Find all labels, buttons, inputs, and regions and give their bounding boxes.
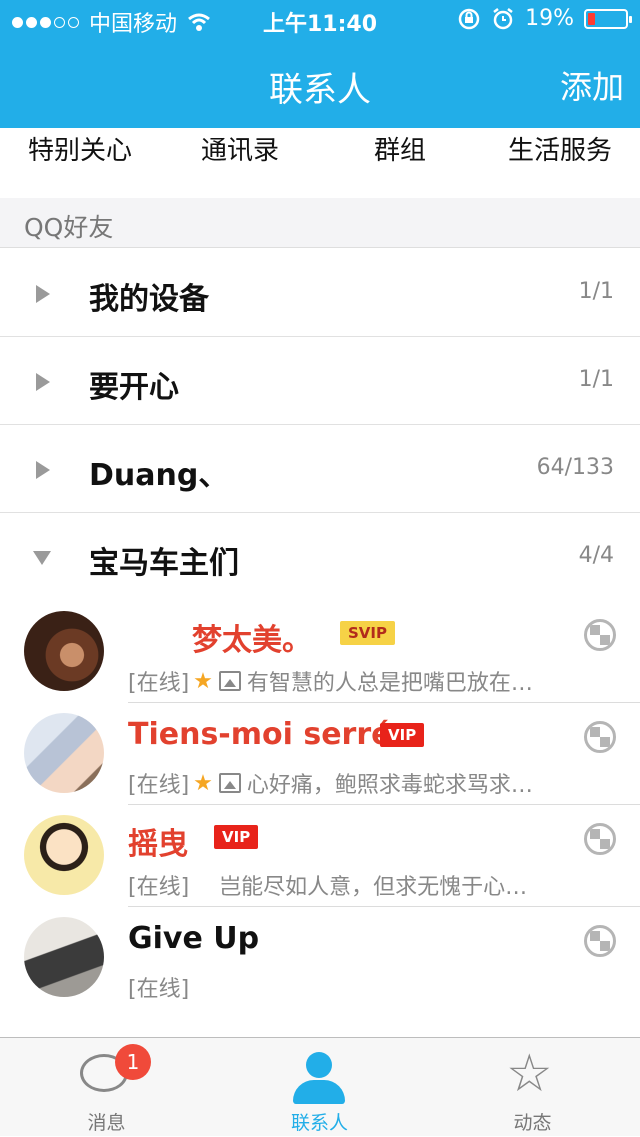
battery-level xyxy=(588,12,595,25)
group-count: 1/1 xyxy=(578,279,614,304)
tab-groups[interactable]: 群组 xyxy=(320,128,480,198)
vip-badge: VIP xyxy=(380,723,425,747)
contact-row[interactable]: 梦太美。 SVIP [在线] ★ 有智慧的人总是把嘴巴放在… xyxy=(0,601,640,703)
group-row-my-devices[interactable]: 我的设备 1/1 xyxy=(0,249,640,337)
avatar xyxy=(24,815,104,895)
tab-address-book[interactable]: 通讯录 xyxy=(160,128,320,198)
status-bar: 中国移动 上午11:40 19% xyxy=(0,0,640,40)
contact-status-line: [在线] xyxy=(128,971,189,1003)
avatar xyxy=(24,713,104,793)
svip-badge: SVIP xyxy=(340,621,395,645)
contact-status-line: [在线] ★ 心好痛，鲍照求毒蛇求骂求… xyxy=(128,767,533,799)
expand-arrow-icon xyxy=(36,285,50,303)
expand-arrow-icon xyxy=(36,461,50,479)
tab-special-care[interactable]: 特别关心 xyxy=(0,128,160,198)
device-status-icon xyxy=(584,925,616,957)
group-name: Duang、 xyxy=(89,458,229,493)
tab-contacts[interactable]: 联系人 xyxy=(213,1038,426,1137)
contact-name: 摇曳 xyxy=(128,827,188,862)
top-bar: 中国移动 上午11:40 19% 联系人 添加 xyxy=(0,0,640,128)
contact-category-tabs: 特别关心 通讯录 群组 生活服务 xyxy=(0,128,640,198)
group-row-bmw-owners[interactable]: 宝马车主们 4/4 xyxy=(0,513,640,601)
online-status: [在线] xyxy=(128,773,190,798)
tab-label: 联系人 xyxy=(290,1112,348,1134)
tab-label: 消息 xyxy=(87,1112,126,1134)
image-icon xyxy=(218,671,241,691)
star-icon: ★ xyxy=(193,668,213,694)
vip-badge: VIP xyxy=(214,825,259,849)
image-icon xyxy=(218,773,241,793)
alarm-icon xyxy=(493,7,513,29)
contact-row[interactable]: Give Up [在线] xyxy=(0,907,640,1009)
contact-status-line: [在线] 岂能尽如人意，但求无愧于心… xyxy=(128,869,527,901)
contact-status-line: [在线] ★ 有智慧的人总是把嘴巴放在… xyxy=(128,665,533,697)
contact-row[interactable]: Tiens-moi serré VIP [在线] ★ 心好痛，鲍照求毒蛇求骂求… xyxy=(0,703,640,805)
avatar xyxy=(24,917,104,997)
group-name: 要开心 xyxy=(89,370,179,405)
avatar xyxy=(24,611,104,691)
tab-messages[interactable]: 1 消息 xyxy=(0,1038,213,1137)
group-name: 宝马车主们 xyxy=(89,546,239,581)
contact-name: Give Up xyxy=(128,921,260,956)
orientation-lock-icon xyxy=(458,8,480,29)
online-status: [在线] xyxy=(128,671,190,696)
battery-percent: 19% xyxy=(525,6,574,31)
tab-feeds[interactable]: ☆ 动态 xyxy=(426,1038,639,1137)
battery-icon xyxy=(584,8,632,29)
contact-name: Tiens-moi serré xyxy=(128,717,392,752)
collapse-arrow-icon xyxy=(33,551,51,565)
group-count: 64/133 xyxy=(536,455,614,480)
device-status-icon xyxy=(584,823,616,855)
contact-name: 梦太美。 xyxy=(192,623,312,658)
online-status: [在线] xyxy=(128,875,190,900)
star-icon: ★ xyxy=(193,770,213,796)
add-button[interactable]: 添加 xyxy=(560,62,624,108)
group-row-happy[interactable]: 要开心 1/1 xyxy=(0,337,640,425)
group-name: 我的设备 xyxy=(89,282,209,317)
signature: 有智慧的人总是把嘴巴放在… xyxy=(246,671,533,696)
signature: 心好痛，鲍照求毒蛇求骂求… xyxy=(246,773,533,798)
group-row-duang[interactable]: Duang、 64/133 xyxy=(0,425,640,513)
group-count: 1/1 xyxy=(578,367,614,392)
page-title: 联系人 xyxy=(269,70,371,110)
online-status: [在线] xyxy=(128,977,190,1002)
expand-arrow-icon xyxy=(36,373,50,391)
tab-life-services[interactable]: 生活服务 xyxy=(480,128,640,198)
device-status-icon xyxy=(584,721,616,753)
section-header: QQ好友 xyxy=(0,198,640,248)
star-icon: ☆ xyxy=(506,1044,553,1104)
contact-row[interactable]: 摇曳 VIP [在线] 岂能尽如人意，但求无愧于心… xyxy=(0,805,640,907)
signature: 岂能尽如人意，但求无愧于心… xyxy=(219,875,528,900)
group-count: 4/4 xyxy=(578,543,614,568)
unread-badge: 1 xyxy=(115,1044,151,1080)
section-title: QQ好友 xyxy=(24,213,114,242)
device-status-icon xyxy=(584,619,616,651)
bottom-tab-bar: 1 消息 联系人 ☆ 动态 xyxy=(0,1037,640,1136)
tab-label: 动态 xyxy=(513,1112,552,1134)
